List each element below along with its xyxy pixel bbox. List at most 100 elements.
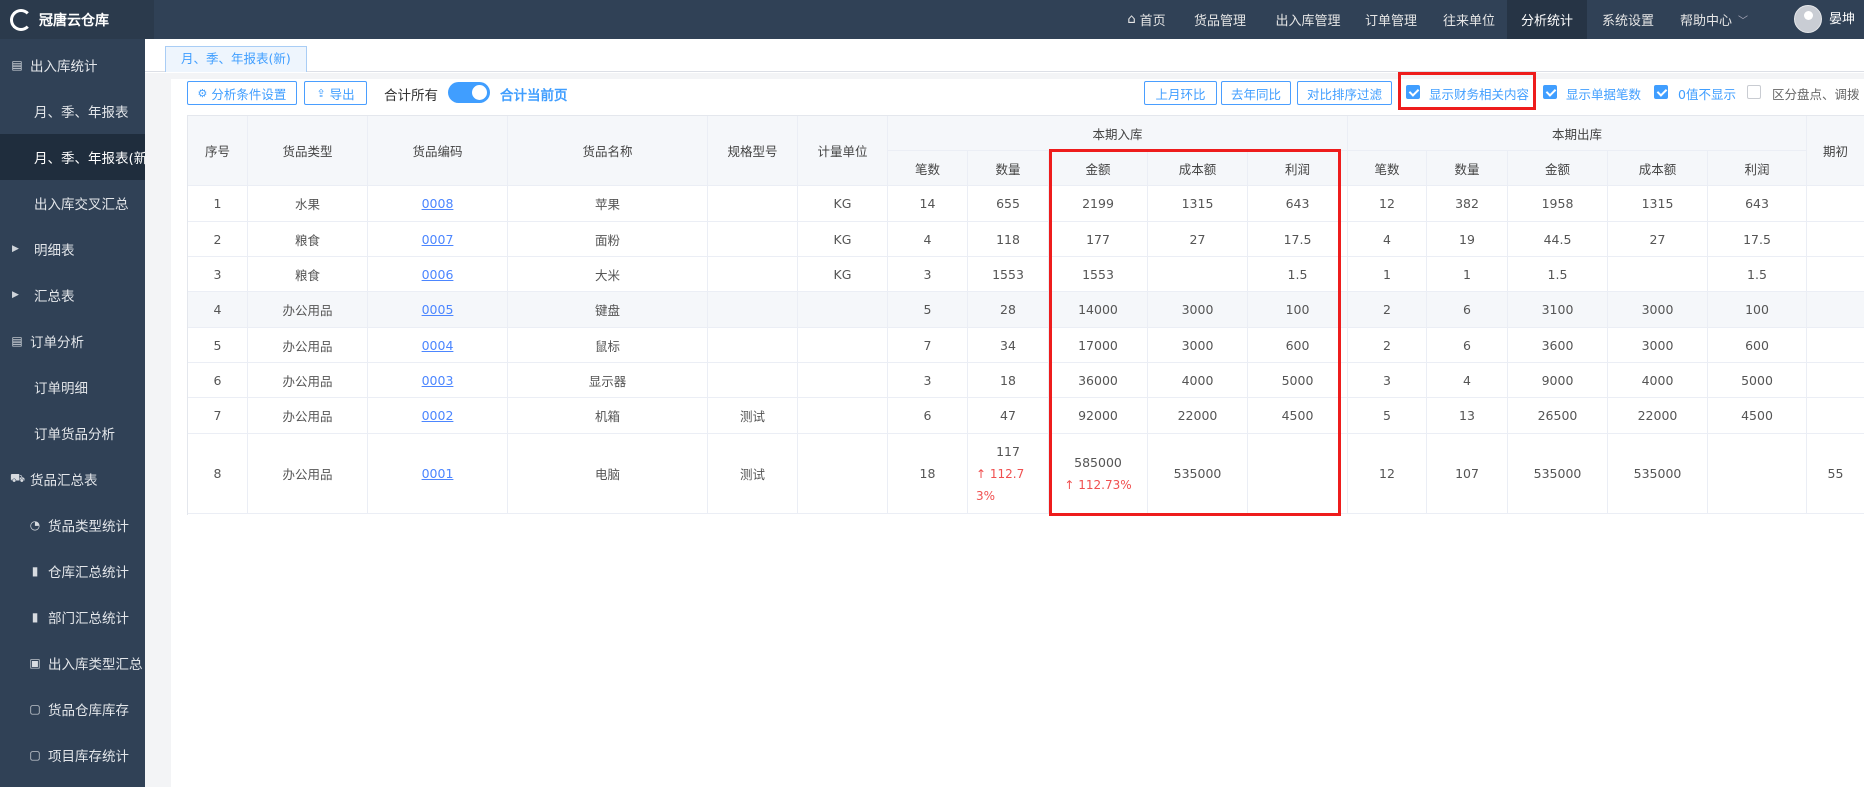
table-cell-code[interactable]: 0005 [368, 292, 508, 328]
table-cell-code[interactable]: 0001 [368, 434, 508, 514]
goods-code-link[interactable]: 0007 [422, 232, 454, 247]
nav-partners[interactable]: 往来单位 [1434, 0, 1504, 39]
last-year-label: 去年同比 [1230, 86, 1281, 102]
top-navbar: 冠唐云仓库 ⌂ 首页 货品管理 出入库管理 订单管理 往来单位 分析统计 系统设置… [0, 0, 1864, 39]
nav-inout[interactable]: 出入库管理 [1266, 0, 1350, 39]
sidebar-item-inout-cross[interactable]: 出入库交叉汇总 [0, 180, 145, 226]
table-cell-unit [798, 434, 888, 514]
table-cell-code[interactable]: 0003 [368, 363, 508, 398]
table-cell-out_profit: 1.5 [1708, 257, 1807, 292]
show-finance-label[interactable]: 显示财务相关内容 [1429, 84, 1529, 103]
nav-goods[interactable]: 货品管理 [1186, 0, 1254, 39]
goods-code-link[interactable]: 0008 [422, 196, 454, 211]
nav-settings[interactable]: 系统设置 [1592, 0, 1664, 39]
sidebar-item-department[interactable]: ▮ 部门汇总统计 [0, 594, 145, 640]
nav-help[interactable]: 帮助中心 ﹀ [1672, 0, 1756, 39]
table-cell-in_qty: 1553 [968, 257, 1049, 292]
sidebar-item-label: 出入库交叉汇总 [34, 197, 129, 213]
table-cell-out_cost: 3000 [1608, 292, 1708, 328]
sidebar-item-inout-type[interactable]: ▣ 出入库类型汇总 [0, 640, 145, 686]
table-cell-name: 鼠标 [508, 328, 708, 363]
column-header-out_amount[interactable]: 金额 [1508, 151, 1608, 186]
column-header-out_qty[interactable]: 数量 [1427, 151, 1508, 186]
goods-code-link[interactable]: 0004 [422, 338, 454, 353]
column-header-out_count[interactable]: 笔数 [1348, 151, 1427, 186]
column-header-type[interactable]: 货品类型 [248, 116, 368, 186]
column-header-name[interactable]: 货品名称 [508, 116, 708, 186]
nav-home[interactable]: ⌂ 首页 [1115, 0, 1178, 39]
sidebar-group-summary[interactable]: ▶ 汇总表 [0, 272, 145, 318]
sort-filter-button[interactable]: 对比排序过滤 [1297, 81, 1392, 105]
last-year-button[interactable]: 去年同比 [1221, 81, 1291, 105]
goods-code-link[interactable]: 0001 [422, 466, 454, 481]
hide-zero-checkbox[interactable] [1654, 85, 1668, 99]
column-header-in_count[interactable]: 笔数 [888, 151, 968, 186]
split-stock-checkbox[interactable] [1747, 85, 1761, 99]
nav-partners-label: 往来单位 [1442, 14, 1495, 29]
column-header-spec[interactable]: 规格型号 [708, 116, 798, 186]
show-doc-count-checkbox[interactable] [1543, 85, 1557, 99]
analysis-settings-button[interactable]: ⚙ 分析条件设置 [187, 81, 297, 105]
sidebar-group-inout-stats[interactable]: ▤ 出入库统计 [0, 42, 145, 88]
sidebar-item-label: 订单货品分析 [34, 427, 115, 443]
column-header-in_qty[interactable]: 数量 [968, 151, 1049, 186]
table-cell-code[interactable]: 0006 [368, 257, 508, 292]
bar-chart-icon: ▮ [31, 564, 39, 578]
sidebar-item-label: 明细表 [34, 243, 75, 259]
sidebar-item-goods-stock[interactable]: ▢ 货品仓库库存 [0, 686, 145, 732]
column-header-seq[interactable]: 序号 [188, 116, 248, 186]
sidebar-item-label: 出入库类型汇总 [48, 657, 143, 673]
sidebar-item-order-goods[interactable]: 订单货品分析 [0, 410, 145, 456]
table-cell-in_count: 14 [888, 186, 968, 222]
sidebar-group-goods-summary[interactable]: ⛟ 货品汇总表 [0, 456, 145, 502]
sidebar-item-period-report-new[interactable]: 月、季、年报表(新) [0, 134, 145, 180]
goods-code-link[interactable]: 0006 [422, 267, 454, 282]
sidebar-item-project-stock[interactable]: ▢ 项目库存统计 [0, 732, 145, 778]
box-icon: ▢ [29, 748, 41, 762]
sidebar: ▤ 出入库统计 月、季、年报表 月、季、年报表(新) 出入库交叉汇总 ▶ 明细表 ▶… [0, 39, 145, 787]
avatar[interactable] [1794, 5, 1822, 33]
app-logo[interactable]: 冠唐云仓库 [0, 0, 154, 39]
sidebar-group-detail[interactable]: ▶ 明细表 [0, 226, 145, 272]
nav-help-label: 帮助中心 [1679, 14, 1732, 29]
table-cell-code[interactable]: 0004 [368, 328, 508, 363]
table-cell-out_count: 5 [1348, 398, 1427, 434]
total-page-label[interactable]: 合计当前页 [500, 84, 568, 104]
sidebar-item-period-report[interactable]: 月、季、年报表 [0, 88, 145, 134]
goods-code-link[interactable]: 0005 [422, 302, 454, 317]
nav-orders[interactable]: 订单管理 [1356, 0, 1426, 39]
hide-zero-label[interactable]: 0值不显示 [1678, 84, 1736, 103]
show-doc-count-label[interactable]: 显示单据笔数 [1566, 84, 1641, 103]
goods-code-link[interactable]: 0003 [422, 373, 454, 388]
table-cell-code[interactable]: 0002 [368, 398, 508, 434]
export-button[interactable]: ⇪ 导出 [304, 81, 367, 105]
column-header-out_cost[interactable]: 成本额 [1608, 151, 1708, 186]
nav-goods-label: 货品管理 [1193, 14, 1246, 29]
nav-analytics[interactable]: 分析统计 [1507, 0, 1587, 39]
show-finance-checkbox[interactable] [1406, 85, 1420, 99]
sidebar-item-order-detail[interactable]: 订单明细 [0, 364, 145, 410]
table-cell-seq: 8 [188, 434, 248, 514]
total-all-label[interactable]: 合计所有 [384, 84, 438, 104]
split-stock-label[interactable]: 区分盘点、调拨 [1772, 84, 1860, 103]
sidebar-item-label: 部门汇总统计 [48, 611, 129, 627]
goods-code-link[interactable]: 0002 [422, 408, 454, 423]
box-icon: ▢ [29, 702, 41, 716]
report-table: 序号 货品类型 货品编码 货品名称 规格型号 计量单位 本期入库 本期出库 期初 笔数 数量 金额 成本… [187, 115, 1864, 515]
column-header-unit[interactable]: 计量单位 [798, 116, 888, 186]
username[interactable]: 晏坤 [1829, 0, 1855, 39]
sidebar-item-goods-type[interactable]: ◔ 货品类型统计 [0, 502, 145, 548]
table-cell-code[interactable]: 0007 [368, 222, 508, 257]
column-header-code[interactable]: 货品编码 [368, 116, 508, 186]
table-cell-out_profit: 5000 [1708, 363, 1807, 398]
sidebar-item-warehouse[interactable]: ▮ 仓库汇总统计 [0, 548, 145, 594]
export-label: 导出 [329, 86, 355, 102]
table-cell-code[interactable]: 0008 [368, 186, 508, 222]
table-cell-out_cost: 4000 [1608, 363, 1708, 398]
tab-period-report-new[interactable]: 月、季、年报表(新) [165, 46, 307, 72]
column-header-out_profit[interactable]: 利润 [1708, 151, 1807, 186]
prev-month-button[interactable]: 上月环比 [1144, 81, 1217, 105]
sidebar-group-order-analysis[interactable]: ▤ 订单分析 [0, 318, 145, 364]
cell-value: 117 [996, 443, 1020, 459]
total-toggle[interactable] [448, 82, 490, 103]
